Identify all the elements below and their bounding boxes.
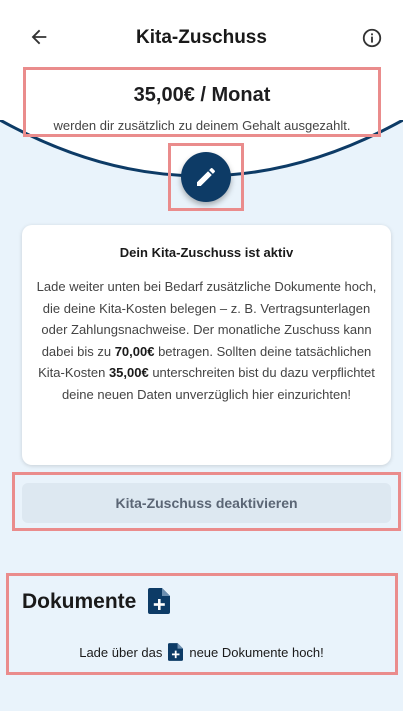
- top-bar: Kita-Zuschuss: [0, 0, 403, 76]
- hint-text-after: neue Dokumente hoch!: [189, 644, 324, 660]
- file-plus-icon[interactable]: [148, 588, 170, 614]
- pencil-icon: [197, 167, 216, 186]
- current-amount: 35,00€: [108, 365, 149, 380]
- amount-subtitle: werden dir zusätzlich zu deinem Gehalt a…: [53, 118, 351, 133]
- documents-hint: Lade über das neue Dokumente hoch!: [0, 642, 403, 662]
- deactivate-button[interactable]: Kita-Zuschuss deaktivieren: [22, 483, 391, 523]
- info-icon[interactable]: [361, 27, 383, 49]
- monthly-amount: 35,00€ / Monat: [133, 84, 271, 106]
- status-card-body: Lade weiter unten bei Bedarf zusätzliche…: [34, 276, 379, 405]
- hint-text-before: Lade über das: [79, 644, 163, 660]
- file-plus-icon: [168, 643, 184, 661]
- max-amount: 70,00€: [114, 343, 155, 359]
- status-card-title: Dein Kita-Zuschuss ist aktiv: [119, 245, 294, 260]
- edit-button[interactable]: [181, 152, 231, 202]
- status-card: Dein Kita-Zuschuss ist aktiv Lade weiter…: [22, 225, 391, 465]
- page-title: Kita-Zuschuss: [136, 27, 267, 48]
- documents-title: Dokumente: [22, 590, 137, 613]
